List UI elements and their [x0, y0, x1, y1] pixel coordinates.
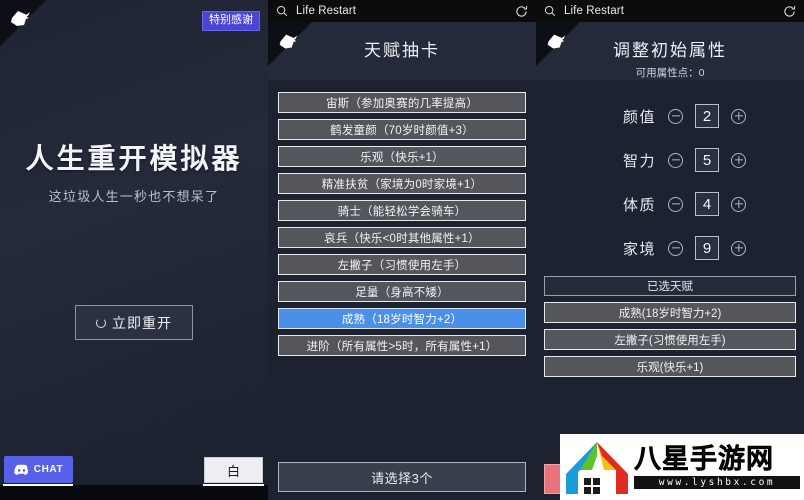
right-game-header: 调整初始属性 可用属性点：0: [536, 22, 804, 80]
search-icon[interactable]: [544, 5, 556, 17]
mid-browser-bar: Life Restart: [268, 0, 536, 22]
attribute-row: 体质 4: [536, 192, 804, 216]
talent-card[interactable]: 精准扶贫（家境为0时家境+1）: [278, 173, 526, 194]
restart-now-button[interactable]: 立即重开: [75, 305, 193, 340]
minus-circle-icon[interactable]: [668, 152, 683, 168]
talent-card[interactable]: 左撇子（习惯使用左手）: [278, 254, 526, 275]
plus-circle-icon[interactable]: [731, 108, 746, 124]
plus-circle-icon[interactable]: [731, 240, 746, 256]
refresh-icon[interactable]: [515, 5, 528, 18]
discord-chat-button[interactable]: CHAT: [4, 456, 73, 483]
attribute-label: 家境: [622, 240, 656, 258]
attribute-row: 颜值 2: [536, 104, 804, 128]
right-game-body: 调整初始属性 可用属性点：0 颜值 2 智力 5 体质 4 家境 9 已选天赋 …: [536, 22, 804, 500]
talent-card[interactable]: 鹤发童颜（70岁时颜值+3）: [278, 119, 526, 140]
attribute-row: 智力 5: [536, 148, 804, 172]
mid-game-header: 天赋抽卡: [268, 22, 536, 80]
chosen-talent-item[interactable]: 成熟(18岁时智力+2): [544, 302, 796, 323]
talent-card[interactable]: 进阶（所有属性>5时，所有属性+1）: [278, 335, 526, 356]
plus-circle-icon[interactable]: [731, 196, 746, 212]
search-icon[interactable]: [276, 5, 288, 17]
bird-logo-icon: [276, 30, 300, 54]
watermark-site-name: 八星手游网: [634, 443, 774, 475]
left-title-block: 人生重开模拟器 这垃圾人生一秒也不想呆了: [0, 142, 268, 205]
minus-circle-icon[interactable]: [668, 240, 683, 256]
talent-card[interactable]: 哀兵（快乐<0时其他属性+1）: [278, 227, 526, 248]
attribute-value: 2: [695, 104, 719, 128]
white-mode-button[interactable]: 白: [204, 457, 263, 483]
chosen-talents-section: 已选天赋 成熟(18岁时智力+2) 左撇子(习惯使用左手) 乐观(快乐+1): [544, 276, 796, 377]
special-thanks-badge[interactable]: 特别感谢: [202, 11, 260, 31]
minus-circle-icon[interactable]: [668, 108, 683, 124]
restart-now-label: 立即重开: [112, 314, 172, 331]
talent-card-list: 宙斯（参加奥赛的几率提高） 鹤发童颜（70岁时颜值+3） 乐观（快乐+1） 精准…: [268, 80, 536, 356]
confirm-selection-button[interactable]: 请选择3个: [278, 462, 526, 492]
right-browser-title: Life Restart: [564, 5, 625, 17]
plus-circle-icon[interactable]: [731, 152, 746, 168]
talent-card[interactable]: 骑士（能轻松学会骑车）: [278, 200, 526, 221]
site-watermark: 八星手游网 www.lyshbx.com: [560, 434, 804, 500]
available-points-label: 可用属性点：0: [635, 67, 705, 79]
attribute-value: 5: [695, 148, 719, 172]
bird-logo-icon: [7, 6, 33, 32]
chosen-talent-item[interactable]: 左撇子(习惯使用左手): [544, 329, 796, 350]
mid-game-body: 天赋抽卡 宙斯（参加奥赛的几率提高） 鹤发童颜（70岁时颜值+3） 乐观（快乐+…: [268, 22, 536, 500]
left-panel-content: 特别感谢 人生重开模拟器 这垃圾人生一秒也不想呆了 立即重开 CHAT 白: [0, 0, 268, 500]
attribute-label: 体质: [622, 196, 656, 214]
windows-house-logo-icon: [560, 434, 634, 500]
chosen-talents-header: 已选天赋: [544, 276, 796, 296]
chosen-talent-item[interactable]: 乐观(快乐+1): [544, 356, 796, 377]
mid-panel: Life Restart 天赋抽卡 宙斯（参加奥赛的几率提高） 鹤发童颜（70岁…: [268, 0, 536, 500]
attribute-label: 颜值: [622, 108, 656, 126]
attribute-value: 4: [695, 192, 719, 216]
discord-chat-label: CHAT: [33, 464, 64, 475]
discord-icon: [14, 464, 29, 476]
left-bottom-strip: [0, 485, 268, 500]
minus-circle-icon[interactable]: [668, 196, 683, 212]
attribute-label: 智力: [622, 152, 656, 170]
watermark-text: 八星手游网 www.lyshbx.com: [634, 443, 804, 489]
refresh-icon[interactable]: [783, 5, 796, 18]
white-button-underline: [203, 484, 264, 486]
mid-browser-title: Life Restart: [296, 5, 357, 17]
attribute-row: 家境 9: [536, 236, 804, 260]
watermark-url: www.lyshbx.com: [634, 475, 800, 489]
page-subtitle: 这垃圾人生一秒也不想呆了: [48, 188, 220, 204]
bird-logo-icon: [544, 30, 568, 54]
discord-underline: [3, 484, 73, 486]
left-panel: 特别感谢 人生重开模拟器 这垃圾人生一秒也不想呆了 立即重开 CHAT 白: [0, 0, 268, 500]
screenshot-root: 特别感谢 人生重开模拟器 这垃圾人生一秒也不想呆了 立即重开 CHAT 白 Li…: [0, 0, 804, 500]
right-browser-bar: Life Restart: [536, 0, 804, 22]
page-title: 人生重开模拟器: [25, 143, 243, 174]
talent-card[interactable]: 足量（身高不矮）: [278, 281, 526, 302]
attribute-list: 颜值 2 智力 5 体质 4 家境 9: [536, 80, 804, 260]
right-panel: Life Restart 调整初始属性 可用属性点：0 颜值 2 智力 5 体质…: [536, 0, 804, 500]
talent-card[interactable]: 宙斯（参加奥赛的几率提高）: [278, 92, 526, 113]
loading-ring-icon: [96, 317, 106, 328]
talent-card[interactable]: 乐观（快乐+1）: [278, 146, 526, 167]
attribute-value: 9: [695, 236, 719, 260]
talent-card-selected[interactable]: 成熟（18岁时智力+2）: [278, 308, 526, 329]
